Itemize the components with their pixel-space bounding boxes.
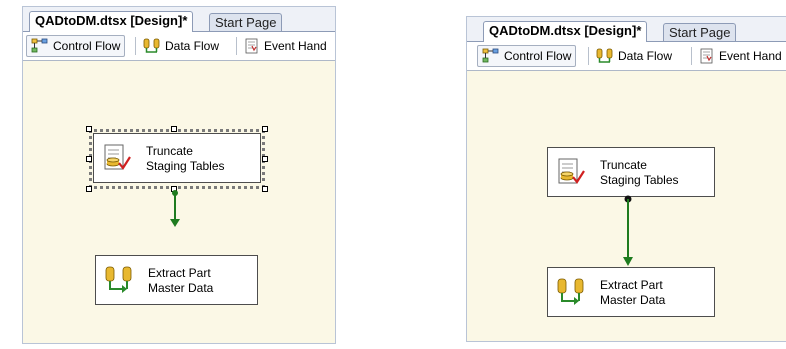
tab-control-flow[interactable]: Control Flow [26, 35, 126, 57]
tab-data-flow[interactable]: Data Flow [139, 35, 223, 57]
data-flow-task-icon [557, 278, 584, 305]
designer-tab-bar: Control Flow Data Flow Event Hand [23, 31, 335, 61]
task-extract-part-master-data[interactable]: Extract Part Master Data [95, 255, 258, 305]
tab-event-handlers-label: Event Hand [719, 49, 782, 63]
tab-data-flow-label: Data Flow [165, 39, 220, 53]
designer-tab-bar: Control Flow Data Flow Event Hand [467, 41, 786, 71]
task-label: Extract Part Master Data [148, 266, 214, 295]
document-tab-strip: QADtoDM.dtsx [Design]* Start Page [467, 17, 786, 42]
control-flow-canvas[interactable]: Truncate Staging Tables Extract Part Mas… [467, 71, 786, 341]
sql-task-icon [558, 158, 585, 184]
designer-window-connected: QADtoDM.dtsx [Design]* Start Page Contro… [466, 16, 786, 342]
resize-handle[interactable] [262, 156, 268, 162]
task-truncate-staging-tables[interactable]: Truncate Staging Tables [547, 147, 715, 197]
precedence-constraint-arrow[interactable] [168, 189, 182, 231]
document-tab-strip: QADtoDM.dtsx [Design]* Start Page [23, 7, 335, 32]
data-flow-icon [143, 38, 160, 53]
tab-control-flow-label: Control Flow [504, 49, 572, 63]
tab-start-page[interactable]: Start Page [663, 23, 737, 41]
task-label: Truncate Staging Tables [600, 158, 679, 187]
designer-window-selected: QADtoDM.dtsx [Design]* Start Page Contro… [22, 6, 336, 344]
tab-control-flow[interactable]: Control Flow [477, 45, 577, 67]
tab-data-flow-label: Data Flow [618, 49, 673, 63]
task-extract-part-master-data[interactable]: Extract Part Master Data [547, 267, 715, 317]
control-flow-icon [31, 38, 48, 53]
tab-data-flow[interactable]: Data Flow [592, 45, 676, 67]
tab-separator [236, 37, 237, 55]
resize-handle[interactable] [86, 126, 92, 132]
control-flow-icon [482, 48, 499, 63]
tab-qadtodm-design[interactable]: QADtoDM.dtsx [Design]* [483, 21, 648, 42]
task-label: Extract Part Master Data [600, 278, 666, 307]
data-flow-task-icon [105, 266, 132, 293]
tab-event-handlers[interactable]: Event Hand [695, 45, 786, 67]
tab-separator [691, 47, 692, 65]
data-flow-icon [596, 48, 613, 63]
resize-handle[interactable] [171, 126, 177, 132]
tab-separator [135, 37, 136, 55]
control-flow-canvas[interactable]: Truncate Staging Tables Extract Part Mas… [23, 61, 335, 343]
event-handlers-icon [245, 38, 258, 54]
tab-control-flow-label: Control Flow [53, 39, 121, 53]
resize-handle[interactable] [86, 156, 92, 162]
resize-handle[interactable] [262, 186, 268, 192]
tab-event-handlers-label: Event Hand [264, 39, 327, 53]
resize-handle[interactable] [86, 186, 92, 192]
tab-qadtodm-design[interactable]: QADtoDM.dtsx [Design]* [29, 11, 194, 32]
resize-handle[interactable] [262, 126, 268, 132]
tab-start-page[interactable]: Start Page [209, 13, 283, 31]
precedence-constraint-arrow[interactable] [621, 195, 635, 269]
task-truncate-staging-tables[interactable]: Truncate Staging Tables [93, 133, 261, 183]
tab-event-handlers[interactable]: Event Hand [240, 35, 331, 57]
tab-separator [588, 47, 589, 65]
event-handlers-icon [700, 48, 713, 64]
task-label: Truncate Staging Tables [146, 144, 225, 173]
sql-task-icon [104, 144, 131, 170]
